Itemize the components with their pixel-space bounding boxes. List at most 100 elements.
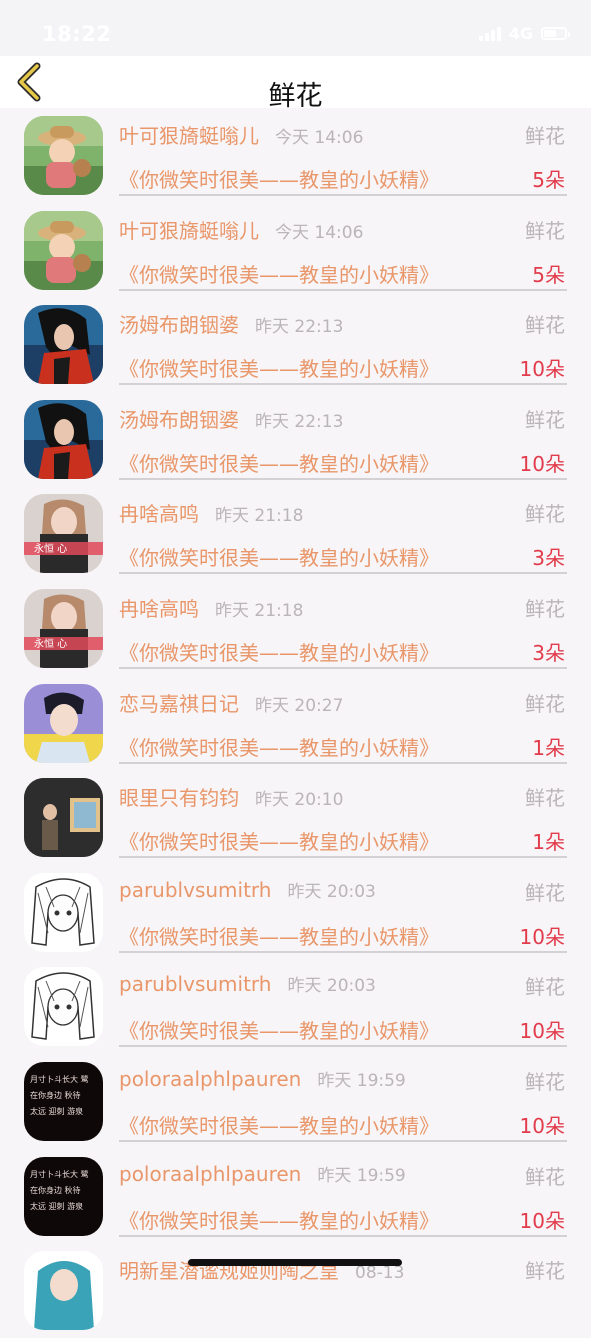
divider bbox=[119, 761, 567, 764]
user-name-line: poloraalphlpauren 昨天 19:59 bbox=[119, 1066, 406, 1091]
gift-type: 鲜花 bbox=[525, 596, 565, 621]
battery-icon bbox=[541, 27, 570, 40]
dark-text-avatar: 月寸卜斗长大 鹭 在你身边 秋待 太远 迎刺 游泉 bbox=[24, 1156, 103, 1236]
gift-count: 10朵 bbox=[519, 1019, 565, 1044]
gift-type: 鲜花 bbox=[525, 1069, 565, 1094]
list-item[interactable]: 汤姆布朗铟婆 昨天 22:13 鲜花 《你微笑时很美——教皇的小妖精》 10朵 bbox=[0, 392, 591, 487]
gift-type: 鲜花 bbox=[525, 975, 565, 1000]
avatar[interactable] bbox=[24, 967, 103, 1047]
work-title[interactable]: 《你微笑时很美——教皇的小妖精》 bbox=[119, 1205, 439, 1234]
user-name-line: poloraalphlpauren 昨天 19:59 bbox=[119, 1161, 406, 1186]
divider bbox=[119, 666, 567, 669]
gift-count: 5朵 bbox=[532, 168, 565, 192]
list-item[interactable]: 汤姆布朗铟婆 昨天 22:13 鲜花 《你微笑时很美——教皇的小妖精》 10朵 bbox=[0, 297, 591, 392]
timestamp: 08-13 bbox=[355, 1263, 405, 1284]
work-title[interactable]: 《你微笑时很美——教皇的小妖精》 bbox=[119, 259, 439, 288]
nav-bar: 鲜花 bbox=[0, 56, 591, 112]
timestamp: 昨天 20:27 bbox=[255, 695, 344, 716]
user-name-line: 冉啥高鸣 昨天 21:18 bbox=[119, 498, 303, 527]
list-item[interactable]: 叶可狠旖蜓嗡儿 今天 14:06 鲜花 《你微笑时很美——教皇的小妖精》 5朵 bbox=[0, 108, 591, 203]
user-name[interactable]: 冉啥高鸣 bbox=[119, 593, 199, 622]
list-item[interactable]: 月寸卜斗长大 鹭 在你身边 秋待 太远 迎刺 游泉 poloraalphlpaur… bbox=[0, 1054, 591, 1149]
timestamp: 昨天 21:18 bbox=[215, 506, 304, 527]
gift-type: 鲜花 bbox=[525, 407, 565, 432]
girl-photo-avatar: 永恒 心 bbox=[24, 588, 103, 668]
work-title[interactable]: 《你微笑时很美——教皇的小妖精》 bbox=[119, 637, 439, 666]
divider bbox=[119, 950, 567, 953]
user-name[interactable]: parublvsumitrh bbox=[119, 972, 271, 996]
work-title[interactable]: 《你微笑时很美——教皇的小妖精》 bbox=[119, 1015, 439, 1044]
avatar[interactable]: 永恒 心 bbox=[24, 494, 103, 574]
list-item[interactable]: 月寸卜斗长大 鹭 在你身边 秋待 太远 迎刺 游泉 poloraalphlpaur… bbox=[0, 1149, 591, 1244]
user-name-line: parublvsumitrh 昨天 20:03 bbox=[119, 877, 376, 902]
list-item[interactable]: parublvsumitrh 昨天 20:03 鲜花《你微笑时很美——教皇的小妖精》… bbox=[0, 865, 591, 960]
avatar[interactable] bbox=[24, 683, 103, 763]
teal-character-avatar bbox=[24, 1251, 103, 1331]
user-name-line: parublvsumitrh 昨天 20:03 bbox=[119, 971, 376, 996]
avatar[interactable] bbox=[24, 210, 103, 290]
user-name[interactable]: 叶可狠旖蜓嗡儿 bbox=[119, 120, 259, 149]
signal-icon bbox=[478, 26, 501, 41]
work-title[interactable]: 《你微笑时很美——教皇的小妖精》 bbox=[119, 164, 439, 193]
list-item[interactable]: parublvsumitrh 昨天 20:03 鲜花《你微笑时很美——教皇的小妖精》… bbox=[0, 959, 591, 1054]
gift-count: 3朵 bbox=[532, 640, 565, 665]
list-item[interactable]: 叶可狠旖蜓嗡儿 今天 14:06 鲜花 《你微笑时很美——教皇的小妖精》 5朵 bbox=[0, 203, 591, 298]
divider bbox=[119, 856, 567, 859]
gift-count: 5朵 bbox=[532, 262, 565, 287]
user-name-line: 汤姆布朗铟婆 昨天 22:13 bbox=[119, 404, 343, 433]
girl-photo-avatar: 永恒 心 bbox=[24, 494, 103, 574]
gift-count: 1朵 bbox=[532, 735, 565, 760]
svg-text:在你身边 秋待: 在你身边 秋待 bbox=[30, 1185, 81, 1195]
user-name[interactable]: 汤姆布朗铟婆 bbox=[119, 404, 239, 433]
user-name[interactable]: 汤姆布朗铟婆 bbox=[119, 309, 239, 338]
svg-text:太远 迎刺 游泉: 太远 迎刺 游泉 bbox=[30, 1201, 83, 1211]
user-name-line: 眼里只有钧钧 昨天 20:10 bbox=[119, 782, 343, 811]
avatar[interactable]: 月寸卜斗长大 鹭 在你身边 秋待 太远 迎刺 游泉 bbox=[24, 1061, 103, 1141]
anime-warrior-avatar bbox=[24, 399, 103, 479]
avatar[interactable] bbox=[24, 116, 103, 195]
user-name[interactable]: parublvsumitrh bbox=[119, 878, 271, 902]
avatar[interactable] bbox=[24, 1251, 103, 1331]
list-item[interactable]: 眼里只有钧钧 昨天 20:10 鲜花 《你微笑时很美——教皇的小妖精》 1朵 bbox=[0, 770, 591, 865]
user-name[interactable]: 恋马嘉祺日记 bbox=[119, 688, 239, 717]
timestamp: 昨天 20:10 bbox=[255, 790, 344, 811]
work-title[interactable]: 《你微笑时很美——教皇的小妖精》 bbox=[119, 826, 439, 855]
cartoon-farmer-avatar bbox=[24, 210, 103, 290]
timestamp: 昨天 22:13 bbox=[255, 317, 344, 338]
gift-type: 鲜花 bbox=[525, 313, 565, 338]
gift-type: 鲜花 bbox=[525, 1164, 565, 1189]
avatar[interactable] bbox=[24, 399, 103, 479]
user-name[interactable]: 叶可狠旖蜓嗡儿 bbox=[119, 215, 259, 244]
work-title[interactable]: 《你微笑时很美——教皇的小妖精》 bbox=[119, 542, 439, 571]
timestamp: 昨天 20:03 bbox=[287, 976, 376, 997]
list-item[interactable]: 恋马嘉祺日记 昨天 20:27 鲜花 《你微笑时很美——教皇的小妖精》 1朵 bbox=[0, 676, 591, 771]
avatar[interactable] bbox=[24, 778, 103, 858]
user-name[interactable]: 眼里只有钧钧 bbox=[119, 782, 239, 811]
user-name[interactable]: poloraalphlpauren bbox=[119, 1067, 301, 1091]
avatar[interactable] bbox=[24, 872, 103, 952]
list-item[interactable]: 永恒 心 冉啥高鸣 昨天 21:18 鲜花《你微笑时很美——教皇的小妖精》 3朵 bbox=[0, 581, 591, 676]
timestamp: 今天 14:06 bbox=[275, 222, 364, 243]
avatar[interactable]: 永恒 心 bbox=[24, 588, 103, 668]
gift-type: 鲜花 bbox=[525, 124, 565, 148]
divider bbox=[119, 194, 567, 196]
timestamp: 昨天 21:18 bbox=[215, 600, 304, 621]
status-time: 18:22 bbox=[42, 22, 112, 46]
work-title[interactable]: 《你微笑时很美——教皇的小妖精》 bbox=[119, 448, 439, 477]
work-title[interactable]: 《你微笑时很美——教皇的小妖精》 bbox=[119, 1110, 439, 1139]
avatar[interactable]: 月寸卜斗长大 鹭 在你身边 秋待 太远 迎刺 游泉 bbox=[24, 1156, 103, 1236]
list-item[interactable]: 明新星潜谧规姬则陶之皇 08-13 鲜花 bbox=[0, 1243, 591, 1338]
home-indicator[interactable] bbox=[188, 1259, 402, 1266]
avatar[interactable] bbox=[24, 305, 103, 385]
user-name[interactable]: poloraalphlpauren bbox=[119, 1162, 301, 1186]
list-item[interactable]: 永恒 心 冉啥高鸣 昨天 21:18 鲜花 《你微笑时很美——教皇的小妖精》 3朵 bbox=[0, 486, 591, 581]
user-name[interactable]: 冉啥高鸣 bbox=[119, 498, 199, 527]
work-title[interactable]: 《你微笑时很美——教皇的小妖精》 bbox=[119, 353, 439, 382]
gift-type: 鲜花 bbox=[525, 880, 565, 905]
gift-count: 10朵 bbox=[519, 1113, 565, 1138]
work-title[interactable]: 《你微笑时很美——教皇的小妖精》 bbox=[119, 921, 439, 950]
work-title[interactable]: 《你微笑时很美——教皇的小妖精》 bbox=[119, 732, 439, 761]
divider bbox=[119, 477, 567, 480]
user-name-line: 冉啥高鸣 昨天 21:18 bbox=[119, 593, 303, 622]
flower-gift-list: 叶可狠旖蜓嗡儿 今天 14:06 鲜花 《你微笑时很美——教皇的小妖精》 5朵 叶可狠旖… bbox=[0, 108, 591, 1338]
